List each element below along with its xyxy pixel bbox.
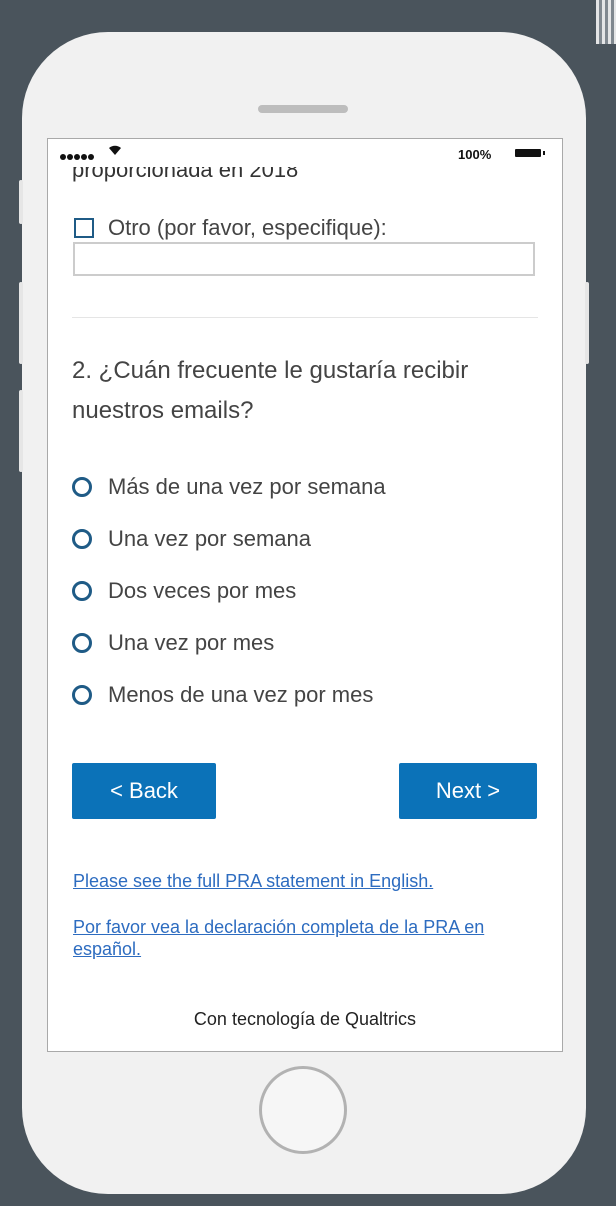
next-button[interactable]: Next > (399, 763, 537, 819)
other-option-label: Otro (por favor, especifique): (108, 215, 387, 240)
wifi-icon (108, 143, 122, 159)
mute-switch (19, 180, 23, 224)
option-label: Una vez por semana (108, 526, 311, 551)
option-label: Dos veces por mes (108, 578, 297, 603)
question-text: 2. ¿Cuán frecuente le gustaría recibir n… (72, 357, 469, 424)
pra-english-link[interactable]: Please see the full PRA statement in Eng… (73, 870, 533, 892)
home-button[interactable] (259, 1066, 347, 1154)
option-more-than-weekly[interactable]: Más de una vez por semana (72, 461, 386, 513)
powered-by-footer: Con tecnología de Qualtrics (193, 1009, 417, 1029)
battery-icon (515, 149, 545, 157)
radio-button[interactable] (72, 477, 92, 497)
option-monthly[interactable]: Una vez por mes (72, 617, 386, 669)
radio-button[interactable] (72, 581, 92, 601)
radio-button[interactable] (72, 633, 92, 653)
frequency-options: Más de una vez por semana Una vez por se… (72, 461, 386, 721)
option-label: Más de una vez por semana (108, 474, 386, 499)
radio-button[interactable] (72, 529, 92, 549)
battery-percentage: 100% (458, 147, 492, 162)
other-specify-input[interactable] (73, 242, 535, 276)
phone-screen: proporcionada en 2018 Otro (por favor, e… (47, 138, 563, 1052)
option-label: Una vez por mes (108, 630, 275, 655)
option-twice-monthly[interactable]: Dos veces por mes (72, 565, 386, 617)
qr-code-icon (596, 0, 616, 44)
question-divider (72, 317, 538, 318)
volume-up-button (19, 282, 23, 364)
power-button (585, 282, 589, 364)
back-button[interactable]: < Back (72, 763, 216, 819)
signal-strength-icon (60, 148, 95, 163)
pra-spanish-link[interactable]: Por favor vea la declaración completa de… (73, 916, 533, 960)
status-bar: 100% (48, 139, 562, 169)
volume-down-button (19, 390, 23, 472)
radio-button[interactable] (72, 685, 92, 705)
option-less-than-monthly[interactable]: Menos de una vez por mes (72, 669, 386, 721)
other-option[interactable]: Otro (por favor, especifique): (74, 215, 387, 241)
option-weekly[interactable]: Una vez por semana (72, 513, 386, 565)
phone-speaker (258, 105, 348, 113)
survey-content: proporcionada en 2018 Otro (por favor, e… (48, 139, 562, 1051)
option-label: Menos de una vez por mes (108, 682, 374, 707)
other-checkbox[interactable] (74, 218, 94, 238)
